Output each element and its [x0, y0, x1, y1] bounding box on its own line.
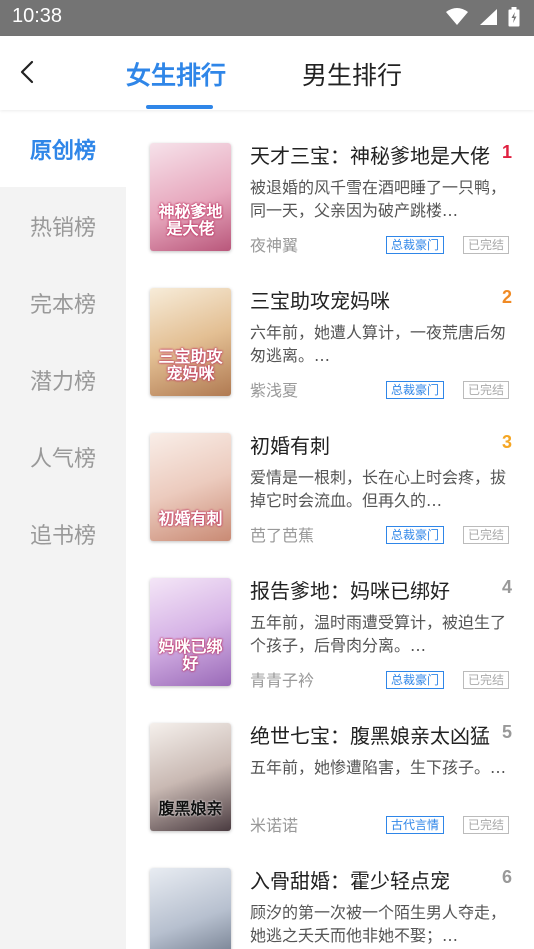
book-title: 三宝助攻宠妈咪 [250, 289, 390, 313]
book-description: 五年前，温时雨遭受算计，被迫生了个孩子，后骨肉分离。… [250, 613, 507, 655]
ranking-sidebar: 原创榜 热销榜 完本榜 潜力榜 人气榜 追书榜 [0, 110, 126, 949]
book-cover: 妈咪已绑好 [150, 578, 231, 686]
book-title: 初婚有刺 [250, 434, 330, 458]
tab-female-ranking[interactable]: 女生排行 [126, 56, 226, 92]
status-icons [446, 7, 520, 27]
cover-title: 妈咪已绑好 [158, 637, 223, 673]
genre-tag: 总裁豪门 [386, 671, 445, 689]
status-tag: 已完结 [463, 671, 510, 689]
cover-title: 三宝助攻宠妈咪 [158, 347, 223, 383]
sidebar-item-potential[interactable]: 潜力榜 [0, 341, 126, 418]
signal-icon [480, 9, 497, 25]
cover-title: 初婚有刺 [158, 509, 223, 528]
sidebar-item-following[interactable]: 追书榜 [0, 495, 126, 572]
active-tab-indicator [146, 105, 213, 109]
book-item[interactable]: 妈咪已绑好 报告爹地：妈咪已绑好 4 五年前，温时雨遭受算计，被迫生了个孩子，后… [126, 545, 534, 690]
genre-tag: 古代言情 [386, 816, 445, 834]
wifi-icon [446, 8, 468, 25]
sidebar-item-original[interactable]: 原创榜 [0, 110, 126, 187]
book-author: 米诺诺 [250, 816, 299, 835]
book-item[interactable]: 三宝助攻宠妈咪 三宝助攻宠妈咪 2 六年前，她遭人算计，一夜荒唐后匆匆逃离。… … [126, 255, 534, 400]
book-cover: 霍少 [150, 868, 231, 949]
rank-number: 1 [501, 142, 512, 162]
sidebar-item-popular[interactable]: 人气榜 [0, 418, 126, 495]
book-item[interactable]: 腹黑娘亲 绝世七宝：腹黑娘亲太凶猛 5 五年前，她惨遭陷害，生下孩子。… 米诺诺… [126, 690, 534, 835]
status-time: 10:38 [12, 5, 63, 27]
book-title: 绝世七宝：腹黑娘亲太凶猛 [250, 724, 490, 748]
book-cover: 初婚有刺 [150, 433, 231, 541]
book-description: 六年前，她遭人算计，一夜荒唐后匆匆逃离。… [250, 323, 507, 365]
genre-tag: 总裁豪门 [386, 236, 445, 254]
book-author: 青青子衿 [250, 671, 315, 690]
sidebar-item-hot-sales[interactable]: 热销榜 [0, 187, 126, 264]
book-description: 被退婚的风千雪在酒吧睡了一只鸭，同一天，父亲因为破产跳楼… [250, 178, 507, 220]
book-list: 神秘爹地是大佬 天才三宝：神秘爹地是大佬 1 被退婚的风千雪在酒吧睡了一只鸭，同… [126, 110, 534, 949]
book-author: 紫浅夏 [250, 381, 299, 400]
status-tag: 已完结 [463, 526, 510, 544]
book-title: 报告爹地：妈咪已绑好 [250, 579, 450, 603]
book-description: 爱情是一根刺，长在心上时会疼，拔掉它时会流血。但再久的… [250, 468, 507, 510]
cover-title: 腹黑娘亲 [158, 799, 223, 818]
genre-tag: 总裁豪门 [386, 381, 445, 399]
status-tag: 已完结 [463, 816, 510, 834]
book-item[interactable]: 初婚有刺 初婚有刺 3 爱情是一根刺，长在心上时会疼，拔掉它时会流血。但再久的…… [126, 400, 534, 545]
book-item[interactable]: 霍少 入骨甜婚：霍少轻点宠 6 顾汐的第一次被一个陌生男人夺走，她逃之夭夭而他非… [126, 835, 534, 949]
rank-number: 2 [501, 287, 512, 307]
book-cover: 腹黑娘亲 [150, 723, 231, 831]
battery-icon [508, 7, 520, 27]
book-cover: 三宝助攻宠妈咪 [150, 288, 231, 396]
rank-number: 6 [501, 867, 512, 887]
book-author: 芭了芭蕉 [250, 526, 315, 545]
rank-number: 3 [501, 432, 512, 452]
back-icon[interactable] [14, 58, 42, 86]
status-bar: 10:38 [0, 0, 534, 36]
cover-title: 神秘爹地是大佬 [158, 202, 223, 238]
book-item[interactable]: 神秘爹地是大佬 天才三宝：神秘爹地是大佬 1 被退婚的风千雪在酒吧睡了一只鸭，同… [126, 110, 534, 255]
status-tag: 已完结 [463, 381, 510, 399]
book-title: 入骨甜婚：霍少轻点宠 [250, 869, 450, 893]
book-description: 五年前，她惨遭陷害，生下孩子。… [250, 758, 507, 777]
book-description: 顾汐的第一次被一个陌生男人夺走，她逃之夭夭而他非她不娶；… [250, 903, 507, 945]
book-cover: 神秘爹地是大佬 [150, 143, 231, 251]
tab-male-ranking[interactable]: 男生排行 [302, 56, 402, 92]
top-nav: 女生排行 男生排行 [0, 36, 534, 110]
genre-tag: 总裁豪门 [386, 526, 445, 544]
rank-number: 5 [501, 722, 512, 742]
rank-number: 4 [501, 577, 512, 597]
sidebar-item-completed[interactable]: 完本榜 [0, 264, 126, 341]
book-title: 天才三宝：神秘爹地是大佬 [250, 144, 490, 168]
status-tag: 已完结 [463, 236, 510, 254]
book-author: 夜神翼 [250, 236, 299, 255]
